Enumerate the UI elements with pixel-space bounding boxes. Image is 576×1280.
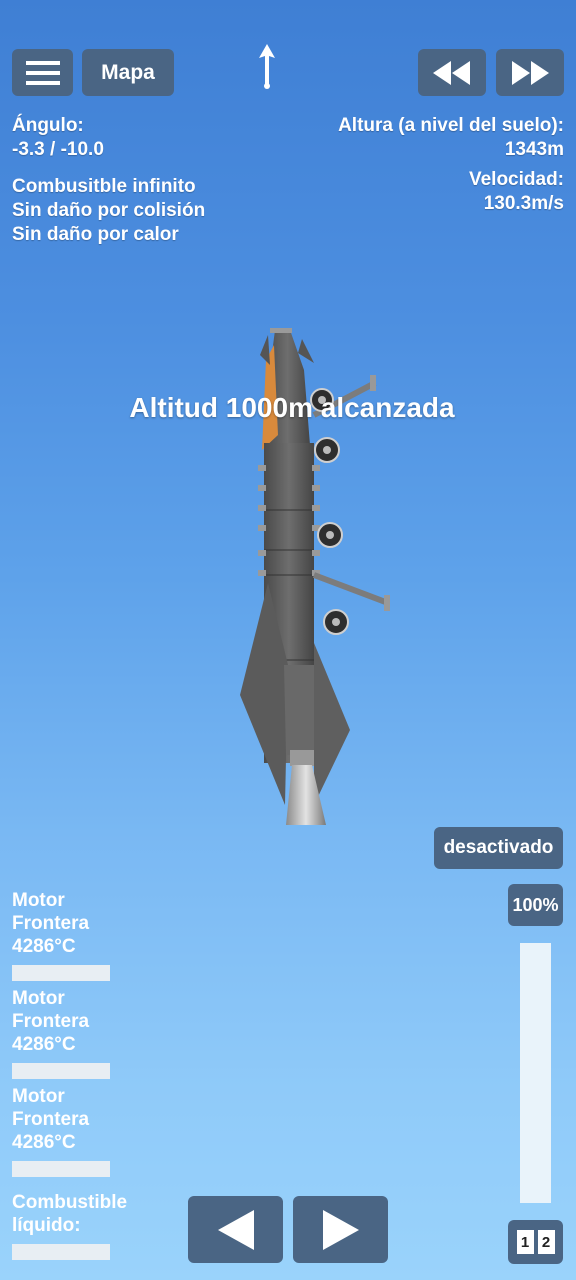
stage-2-label: 2 bbox=[537, 1230, 555, 1254]
menu-button[interactable] bbox=[12, 49, 73, 96]
altitude-reached-message: Altitud 1000m alcanzada bbox=[129, 392, 455, 423]
arrow-up-icon bbox=[259, 44, 275, 89]
turn-right-icon bbox=[322, 1209, 359, 1250]
stage-1-label: 1 bbox=[516, 1230, 534, 1254]
altitude-value: 1343m bbox=[504, 139, 564, 160]
gauge-temperature: 4286°C bbox=[12, 1132, 76, 1153]
cheat-infinite-fuel: Combusitble infinito bbox=[12, 176, 196, 197]
fuel-gauge-bar bbox=[12, 1244, 110, 1260]
velocity-value: 130.3m/s bbox=[483, 193, 564, 214]
velocity-label: Velocidad: bbox=[468, 169, 564, 190]
gauge-line-1: Motor bbox=[12, 988, 65, 1009]
deactivated-toggle-button[interactable]: desactivado bbox=[434, 827, 563, 869]
gauge-line-2: Frontera bbox=[12, 913, 90, 934]
stage-selector-button[interactable]: 1 2 bbox=[508, 1220, 563, 1264]
engine-gauge-2: Motor Frontera 4286°C bbox=[12, 987, 112, 1056]
fuel-gauge: Combustible líquido: bbox=[12, 1191, 152, 1237]
fast-forward-button[interactable] bbox=[496, 49, 564, 96]
fast-forward-icon bbox=[512, 60, 549, 85]
engine-gauge-3-bar bbox=[12, 1161, 110, 1177]
gauge-temperature: 4286°C bbox=[12, 936, 76, 957]
throttle-percent-label: 100% bbox=[508, 884, 563, 926]
gauge-line-2: Frontera bbox=[12, 1011, 90, 1032]
throttle-slider[interactable] bbox=[520, 943, 551, 1203]
gauge-temperature: 4286°C bbox=[12, 1034, 76, 1055]
fuel-line-2: líquido: bbox=[12, 1215, 81, 1236]
altitude-label: Altura (a nivel del suelo): bbox=[338, 115, 564, 136]
angle-label: Ángulo: bbox=[12, 115, 84, 136]
engine-gauge-1: Motor Frontera 4286°C bbox=[12, 889, 112, 958]
engine-gauge-1-bar bbox=[12, 965, 110, 981]
fuel-line-1: Combustible bbox=[12, 1192, 128, 1213]
gauge-line-1: Motor bbox=[12, 1086, 65, 1107]
rewind-button[interactable] bbox=[418, 49, 486, 96]
gauge-line-1: Motor bbox=[12, 890, 65, 911]
hamburger-icon bbox=[25, 60, 60, 85]
map-button[interactable]: Mapa bbox=[82, 49, 174, 96]
cheat-no-heat: Sin daño por calor bbox=[12, 224, 179, 245]
turn-right-button[interactable] bbox=[293, 1196, 388, 1263]
angle-value: -3.3 / -10.0 bbox=[12, 139, 104, 160]
turn-left-button[interactable] bbox=[188, 1196, 283, 1263]
gauge-line-2: Frontera bbox=[12, 1109, 90, 1130]
engine-gauge-3: Motor Frontera 4286°C bbox=[12, 1085, 112, 1154]
cheat-no-collision: Sin daño por colisión bbox=[12, 200, 206, 221]
engine-gauge-2-bar bbox=[12, 1063, 110, 1079]
turn-left-icon bbox=[217, 1209, 254, 1250]
rewind-icon bbox=[433, 60, 470, 85]
